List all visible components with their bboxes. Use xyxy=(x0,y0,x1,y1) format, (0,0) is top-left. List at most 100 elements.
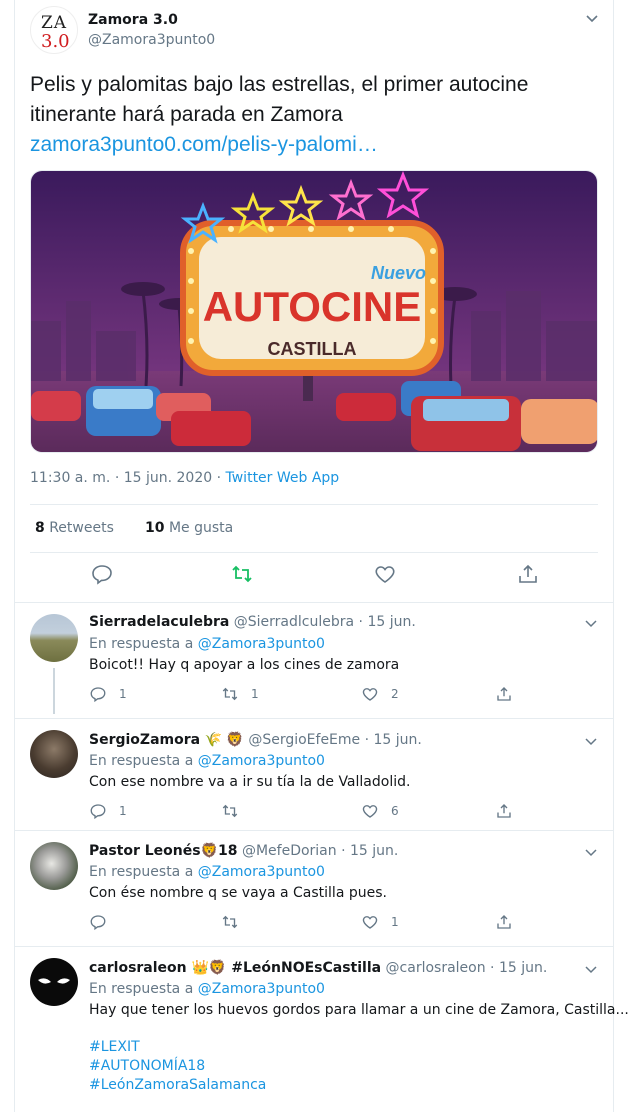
logo-text-bottom: 3.0 xyxy=(41,31,70,52)
tweet-header: ZA 3.0 Zamora 3.0 @Zamora3punto0 xyxy=(30,6,600,56)
share-icon[interactable] xyxy=(516,562,540,586)
share-icon xyxy=(497,687,511,701)
retweets-label: Retweets xyxy=(49,520,114,536)
reply-mention[interactable]: @Zamora3punto0 xyxy=(198,981,325,997)
avatar[interactable] xyxy=(30,842,78,890)
retweet-action[interactable] xyxy=(221,912,251,932)
retweet-count: 1 xyxy=(251,687,259,701)
like-action[interactable]: 2 xyxy=(361,684,399,704)
retweets-stat[interactable]: 8 Retweets xyxy=(35,520,114,536)
chevron-down-icon[interactable] xyxy=(584,962,598,976)
logo-text-top: ZA xyxy=(41,13,68,33)
reply-tweet[interactable]: SergioZamora 🌾 🦁 @SergioEfeEme · 15 jun.… xyxy=(14,718,614,830)
heart-icon[interactable] xyxy=(373,562,397,586)
reply-icon xyxy=(90,804,106,820)
reply-text: Con ese nombre va a ir su tía la de Vall… xyxy=(89,774,411,790)
likes-stat[interactable]: 10 Me gusta xyxy=(145,520,233,536)
display-name[interactable]: Zamora 3.0 xyxy=(88,12,178,28)
share-action[interactable] xyxy=(495,912,513,932)
share-action[interactable] xyxy=(495,801,513,821)
in-reply-prefix: En respuesta a xyxy=(89,864,198,880)
reply-handle[interactable]: @SergioEfeEme · 15 jun. xyxy=(248,732,422,748)
reply-actions: 1 xyxy=(89,912,519,932)
tweet-link[interactable]: zamora3punto0.com/pelis-y-palomi… xyxy=(30,133,378,156)
heart-icon xyxy=(362,916,378,929)
retweet-icon xyxy=(222,804,238,818)
likes-count: 10 xyxy=(145,520,165,536)
tweet-text-block: Pelis y palomitas bajo las estrellas, el… xyxy=(30,70,590,160)
like-action[interactable]: 1 xyxy=(361,912,399,932)
reply-icon[interactable] xyxy=(90,562,114,586)
reply-text: Boicot!! Hay q apoyar a los cines de zam… xyxy=(89,657,400,673)
divider xyxy=(30,552,598,553)
share-action[interactable] xyxy=(495,684,513,704)
chevron-down-icon[interactable] xyxy=(584,734,598,748)
in-reply-prefix: En respuesta a xyxy=(89,753,198,769)
retweet-icon[interactable] xyxy=(230,562,254,586)
reply-action[interactable]: 1 xyxy=(89,684,127,704)
in-reply-prefix: En respuesta a xyxy=(89,981,198,997)
reply-hashtags: #LEXIT #AUTONOMÍA18 #LeónZamoraSalamanca xyxy=(89,1038,266,1095)
reply-display-name[interactable]: SergioZamora xyxy=(89,732,200,748)
reply-text: Con ése nombre q se vaya a Castilla pues… xyxy=(89,885,387,901)
hashtag[interactable]: #LeónZamoraSalamanca xyxy=(89,1076,266,1095)
reply-text: Hay que tener los huevos gordos para lla… xyxy=(89,1002,629,1018)
reply-action[interactable]: 1 xyxy=(89,801,127,821)
tweet-stats: 8 Retweets 10 Me gusta xyxy=(35,520,233,536)
sign-big-word: AUTOCINE xyxy=(203,283,422,330)
share-icon xyxy=(497,915,511,929)
sign-sub-word: CASTILLA xyxy=(268,339,357,359)
reply-mention[interactable]: @Zamora3punto0 xyxy=(198,636,325,652)
avatar[interactable] xyxy=(30,730,78,778)
retweet-action[interactable] xyxy=(221,801,251,821)
user-handle[interactable]: @Zamora3punto0 xyxy=(88,32,215,48)
reply-tweet[interactable]: Sierradelaculebra @Sierradlculebra · 15 … xyxy=(14,602,614,718)
likes-label: Me gusta xyxy=(168,520,234,536)
reply-mention[interactable]: @Zamora3punto0 xyxy=(198,753,325,769)
divider xyxy=(30,504,598,505)
hashtag[interactable]: #LEXIT xyxy=(89,1038,266,1057)
in-reply-prefix: En respuesta a xyxy=(89,636,198,652)
reply-handle[interactable]: @MefeDorian · 15 jun. xyxy=(242,843,398,859)
tweet-actions xyxy=(30,562,598,592)
chevron-down-icon[interactable] xyxy=(584,10,600,26)
thread-line xyxy=(53,668,55,714)
reply-tweet[interactable]: Pastor Leonés🦁18 @MefeDorian · 15 jun. E… xyxy=(14,830,614,946)
chevron-down-icon[interactable] xyxy=(584,616,598,630)
reply-display-name[interactable]: carlosraleon 👑🦁 #LeónNOEsCastilla xyxy=(89,960,381,976)
retweet-icon xyxy=(222,915,238,929)
tweet-image[interactable]: Nuevo AUTOCINE CASTILLA xyxy=(30,170,598,453)
reply-count: 1 xyxy=(119,687,127,701)
reply-tweet[interactable]: carlosraleon 👑🦁 #LeónNOEsCastilla @carlo… xyxy=(14,946,629,1112)
reply-mention[interactable]: @Zamora3punto0 xyxy=(198,864,325,880)
reply-actions: 1 1 2 xyxy=(89,684,519,704)
autocine-illustration: Nuevo AUTOCINE CASTILLA xyxy=(31,171,597,452)
like-count: 6 xyxy=(391,804,399,818)
tweet-text: Pelis y palomitas bajo las estrellas, el… xyxy=(30,73,529,126)
reply-display-name[interactable]: Pastor Leonés🦁18 xyxy=(89,843,238,859)
share-icon xyxy=(497,804,511,818)
avatar[interactable] xyxy=(30,958,78,1006)
tweet-source-app[interactable]: Twitter Web App xyxy=(226,470,340,486)
retweets-count: 8 xyxy=(35,520,45,536)
retweet-icon xyxy=(222,687,238,701)
reply-handle[interactable]: @Sierradlculebra · 15 jun. xyxy=(234,614,416,630)
reply-actions: 1 6 xyxy=(89,801,519,821)
avatar[interactable]: ZA 3.0 xyxy=(30,6,78,54)
reply-action[interactable] xyxy=(89,912,119,932)
sign-small-word: Nuevo xyxy=(371,263,426,283)
heart-icon xyxy=(362,805,378,818)
heart-icon xyxy=(362,688,378,701)
reply-handle[interactable]: @carlosraleon · 15 jun. xyxy=(386,960,548,976)
like-count: 2 xyxy=(391,687,399,701)
hashtag[interactable]: #AUTONOMÍA18 xyxy=(89,1057,266,1076)
retweet-action[interactable]: 1 xyxy=(221,684,259,704)
avatar[interactable] xyxy=(30,614,78,662)
reply-icon xyxy=(90,915,106,931)
tweet-timestamp[interactable]: 11:30 a. m. · 15 jun. 2020 · xyxy=(30,470,226,486)
like-action[interactable]: 6 xyxy=(361,801,399,821)
reply-count: 1 xyxy=(119,804,127,818)
chevron-down-icon[interactable] xyxy=(584,845,598,859)
reply-display-name[interactable]: Sierradelaculebra xyxy=(89,614,229,630)
reply-icon xyxy=(90,687,106,703)
